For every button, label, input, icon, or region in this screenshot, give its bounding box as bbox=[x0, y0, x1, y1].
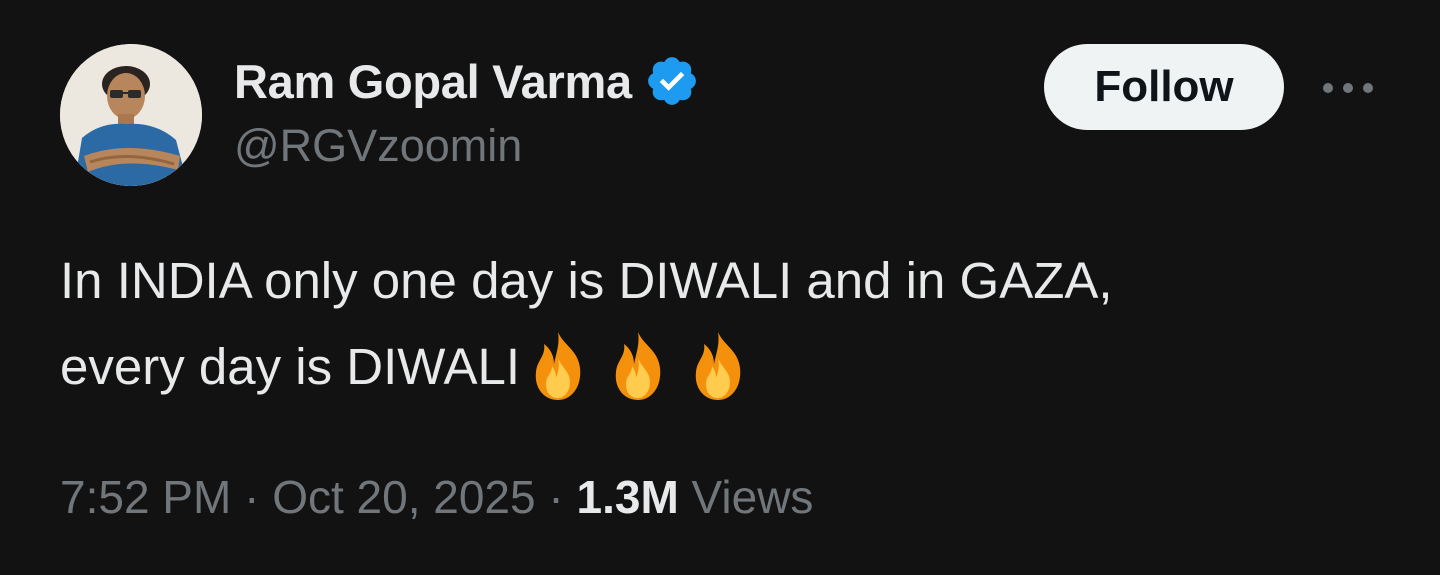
handle[interactable]: @RGVzoomin bbox=[234, 120, 700, 172]
author-info: Ram Gopal Varma @RGVzoomin bbox=[234, 50, 700, 172]
name-row: Ram Gopal Varma bbox=[234, 50, 700, 112]
tweet-line-2: every day is DIWALI bbox=[60, 338, 521, 395]
tweet-card: Ram Gopal Varma @RGVzoomin Follow In IND… bbox=[0, 0, 1440, 575]
tweet-line-1: In INDIA only one day is DIWALI and in G… bbox=[60, 252, 1113, 309]
display-name[interactable]: Ram Gopal Varma bbox=[234, 54, 632, 109]
follow-button[interactable]: Follow bbox=[1044, 44, 1284, 130]
views-label[interactable]: Views bbox=[692, 471, 814, 523]
tweet-meta: 7:52 PM · Oct 20, 2025 · 1.3M Views bbox=[60, 470, 813, 524]
views-count[interactable]: 1.3M bbox=[577, 471, 679, 523]
meta-separator: · bbox=[244, 471, 260, 523]
fire-emoji-icon bbox=[520, 328, 596, 404]
fire-emoji-icon bbox=[600, 328, 676, 404]
tweet-text: In INDIA only one day is DIWALI and in G… bbox=[60, 238, 1400, 410]
fire-emoji-icon bbox=[680, 328, 756, 404]
tweet-date[interactable]: Oct 20, 2025 bbox=[272, 471, 535, 523]
tweet-time[interactable]: 7:52 PM bbox=[60, 471, 231, 523]
verified-badge-icon[interactable] bbox=[644, 53, 700, 109]
meta-separator: · bbox=[548, 471, 564, 523]
profile-photo-icon bbox=[60, 44, 202, 186]
more-horizontal-icon[interactable] bbox=[1318, 68, 1378, 108]
avatar[interactable] bbox=[60, 44, 202, 186]
